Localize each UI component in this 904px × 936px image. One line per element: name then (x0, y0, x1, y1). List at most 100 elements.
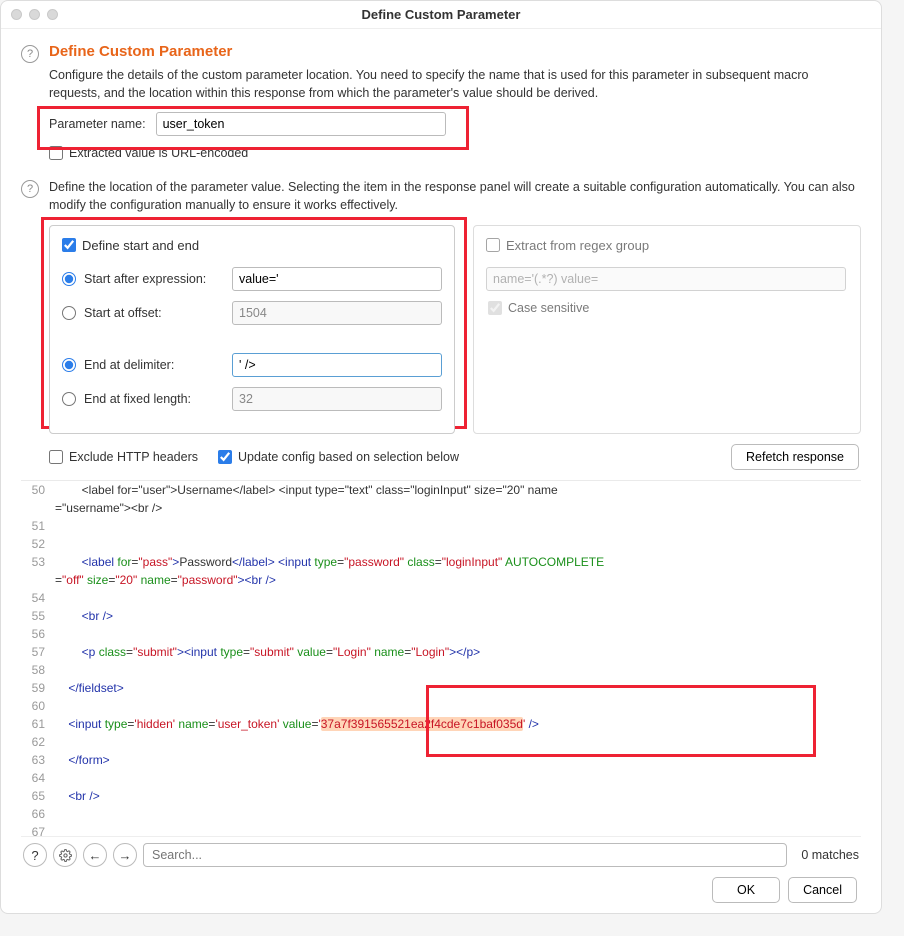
search-input[interactable] (143, 843, 787, 867)
next-icon[interactable]: → (113, 843, 137, 867)
line-number: 53 (21, 553, 55, 571)
code-line[interactable]: 60 (21, 697, 851, 715)
line-number: 52 (21, 535, 55, 553)
param-name-input[interactable] (156, 112, 446, 136)
titlebar: Define Custom Parameter (1, 1, 881, 29)
update-config-label: Update config based on selection below (238, 450, 459, 464)
line-number: 51 (21, 517, 55, 535)
update-config-row[interactable]: Update config based on selection below (218, 450, 459, 464)
line-number: 67 (21, 823, 55, 837)
code-text[interactable] (55, 661, 851, 679)
code-text[interactable]: <label for="user">Username</label> <inpu… (55, 481, 851, 499)
end-delim-label: End at delimiter: (84, 358, 224, 372)
regex-panel: Extract from regex group Case sensitive (473, 225, 861, 434)
code-text[interactable]: <br /> (55, 607, 851, 625)
refetch-button[interactable]: Refetch response (731, 444, 859, 470)
code-line[interactable]: 61 <input type='hidden' name='user_token… (21, 715, 851, 733)
define-start-end-checkbox[interactable] (62, 238, 76, 252)
line-number: 61 (21, 715, 55, 733)
code-line[interactable]: 55 <br /> (21, 607, 851, 625)
code-line[interactable]: 65 <br /> (21, 787, 851, 805)
window-title: Define Custom Parameter (1, 7, 881, 22)
code-text[interactable] (55, 535, 851, 553)
define-start-end-label: Define start and end (82, 238, 199, 253)
start-after-input[interactable] (232, 267, 442, 291)
code-text[interactable] (55, 589, 851, 607)
code-text[interactable]: </fieldset> (55, 679, 851, 697)
dialog-window: Define Custom Parameter ? Define Custom … (0, 0, 882, 914)
extract-regex-checkbox[interactable] (486, 238, 500, 252)
url-encoded-checkbox-row[interactable]: Extracted value is URL-encoded (49, 146, 861, 160)
code-text[interactable]: <p class="submit"><input type="submit" v… (55, 643, 851, 661)
code-text[interactable] (55, 805, 851, 823)
code-line[interactable]: 53 <label for="pass">Password</label> <i… (21, 553, 851, 571)
update-config-checkbox[interactable] (218, 450, 232, 464)
response-code-panel[interactable]: 50 <label for="user">Username</label> <i… (21, 480, 861, 837)
cancel-button[interactable]: Cancel (788, 877, 857, 903)
code-line[interactable]: 63 </form> (21, 751, 851, 769)
help-icon[interactable]: ? (21, 45, 39, 63)
code-line[interactable]: 54 (21, 589, 851, 607)
start-offset-input[interactable] (232, 301, 442, 325)
match-count: 0 matches (793, 848, 859, 862)
code-text[interactable] (55, 517, 851, 535)
url-encoded-checkbox[interactable] (49, 146, 63, 160)
end-fixed-input[interactable] (232, 387, 442, 411)
exclude-headers-checkbox[interactable] (49, 450, 63, 464)
code-line[interactable]: 52 (21, 535, 851, 553)
end-fixed-label: End at fixed length: (84, 392, 224, 406)
exclude-headers-label: Exclude HTTP headers (69, 450, 198, 464)
end-delim-radio[interactable] (62, 358, 76, 372)
code-line[interactable]: 64 (21, 769, 851, 787)
ok-button[interactable]: OK (712, 877, 780, 903)
code-line[interactable]: 62 (21, 733, 851, 751)
code-text[interactable] (55, 823, 851, 837)
start-offset-radio[interactable] (62, 306, 76, 320)
dialog-content: ? Define Custom Parameter Configure the … (1, 29, 881, 913)
start-end-panel: Define start and end Start after express… (49, 225, 455, 434)
search-footer: ? ← → 0 matches (21, 836, 861, 871)
line-number: 58 (21, 661, 55, 679)
line-number: 57 (21, 643, 55, 661)
line-number: 66 (21, 805, 55, 823)
end-fixed-radio[interactable] (62, 392, 76, 406)
line-number: 56 (21, 625, 55, 643)
code-text[interactable] (55, 769, 851, 787)
code-line[interactable]: 59 </fieldset> (21, 679, 851, 697)
exclude-headers-row[interactable]: Exclude HTTP headers (49, 450, 198, 464)
line-number: 59 (21, 679, 55, 697)
code-text[interactable]: <br /> (55, 787, 851, 805)
param-name-label: Parameter name: (49, 117, 146, 131)
code-line[interactable]: 58 (21, 661, 851, 679)
code-line[interactable]: 56 (21, 625, 851, 643)
code-line[interactable]: 57 <p class="submit"><input type="submit… (21, 643, 851, 661)
code-line[interactable]: 66 (21, 805, 851, 823)
code-line[interactable]: 50 <label for="user">Username</label> <i… (21, 481, 851, 499)
case-sensitive-label: Case sensitive (508, 301, 589, 315)
code-text[interactable] (55, 697, 851, 715)
help-icon[interactable]: ? (21, 180, 39, 198)
code-line[interactable]: 51 (21, 517, 851, 535)
code-text[interactable]: <label for="pass">Password</label> <inpu… (55, 553, 851, 571)
end-delim-input[interactable] (232, 353, 442, 377)
code-text[interactable] (55, 733, 851, 751)
regex-input[interactable] (486, 267, 846, 291)
line-number: 63 (21, 751, 55, 769)
line-number: 54 (21, 589, 55, 607)
code-text[interactable]: </form> (55, 751, 851, 769)
line-number: 60 (21, 697, 55, 715)
line-number: 65 (21, 787, 55, 805)
code-text[interactable] (55, 625, 851, 643)
line-number: 55 (21, 607, 55, 625)
start-offset-label: Start at offset: (84, 306, 224, 320)
prev-icon[interactable]: ← (83, 843, 107, 867)
start-after-radio[interactable] (62, 272, 76, 286)
code-text[interactable]: <input type='hidden' name='user_token' v… (55, 715, 851, 733)
help-icon[interactable]: ? (23, 843, 47, 867)
start-after-label: Start after expression: (84, 272, 224, 286)
gear-icon[interactable] (53, 843, 77, 867)
extract-regex-label: Extract from regex group (506, 238, 649, 253)
case-sensitive-checkbox[interactable] (488, 301, 502, 315)
code-line[interactable]: 67 (21, 823, 851, 837)
url-encoded-label: Extracted value is URL-encoded (69, 146, 248, 160)
